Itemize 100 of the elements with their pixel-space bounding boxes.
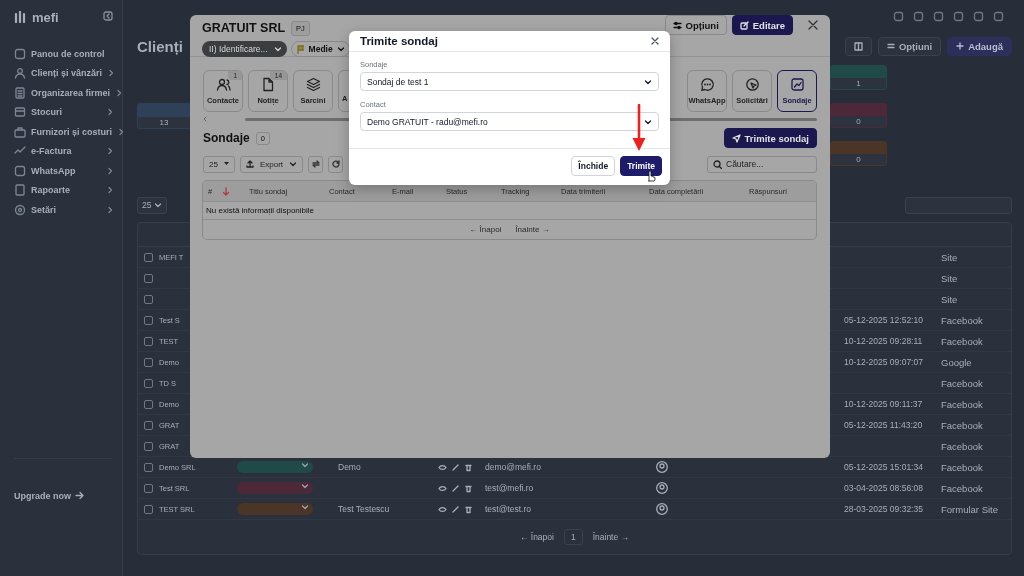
edit-icon [739,20,749,30]
edit-icon [451,483,460,493]
menu-item-icon [14,203,26,216]
layers-icon [305,77,321,92]
table-cell-text: Facebook [940,440,983,452]
checkbox[interactable] [144,420,153,430]
sidebar-item[interactable]: Rapoarte [31,185,101,196]
table-cell: 05-12-2025 11:43:20 [844,420,923,430]
scroll-left-icon[interactable] [203,116,207,122]
stage-dropdown[interactable]: II) Identificare... [202,41,287,57]
table-cell: 05-12-2025 12:52:10 [844,315,923,325]
page-title: Clienți [137,37,183,55]
options-button[interactable]: Opțiuni [664,15,727,35]
table-cell-text: Facebook [940,461,983,473]
swap-button[interactable] [308,155,324,173]
checkbox[interactable] [144,315,153,325]
table-cell: Demo [338,462,361,472]
toolbar-icon[interactable] [893,10,904,22]
send-icon [731,133,741,143]
close-icon[interactable] [651,37,659,45]
export-button[interactable]: Export [239,155,304,173]
trash-icon [464,504,473,514]
stage-card: 0 [830,141,887,166]
edit-icon [451,504,460,514]
upload-icon [245,160,254,168]
page-number[interactable]: 1 [563,529,583,545]
sidebar-item[interactable]: Organizarea firmei [31,87,111,98]
chat-bubble-icon [699,77,715,92]
menu-item-icon [14,106,26,119]
sidebar-item[interactable]: Stocuri [31,107,101,118]
checkbox[interactable] [144,294,153,304]
chevron-down-icon [336,45,345,53]
page-size-select[interactable]: 25 [137,196,167,214]
table-cell-text: Formular Site [940,503,998,515]
stage-card: 1 [830,65,887,90]
sidebar-item[interactable]: Setări [31,204,101,215]
table-cell: 10-12-2025 09:11:37 [844,399,923,409]
sidebar-item[interactable]: Furnizori și costuri [31,126,112,137]
checkbox[interactable] [144,504,153,514]
stage-card: 0 [830,103,887,128]
checkbox[interactable] [144,441,153,451]
checkbox[interactable] [144,462,153,472]
send-button[interactable]: Trimite [620,156,662,176]
toolbar-icon[interactable] [973,10,984,22]
chevron-down-icon [154,201,162,209]
checkbox[interactable] [144,357,153,367]
select-field[interactable]: Demo GRATUIT - radu@mefi.ro [360,112,659,131]
toolbar-icon[interactable] [913,10,924,22]
select-field[interactable]: Sondaj de test 1 [360,72,659,91]
next-link[interactable]: Înainte → [515,225,550,234]
arrow-annotation [631,104,647,152]
prev-link[interactable]: ← Înapoi [519,532,554,542]
checkbox[interactable] [144,336,153,346]
sidebar-toggle-icon[interactable] [103,11,113,21]
search-field[interactable]: Căutare... [707,155,817,173]
chevron-down-icon [289,160,298,168]
refresh-button[interactable] [328,155,344,173]
section-title: Sondaje [203,131,250,145]
sidebar-item[interactable]: e-Factura [31,146,101,157]
prev-link[interactable]: ← Înapoi [469,225,502,234]
table-cell: Test Testescu [338,504,390,514]
view-icon [438,462,447,472]
toolbar-icon[interactable] [953,10,964,22]
send-survey-button[interactable]: Trimite sondaj [723,128,817,148]
checkbox[interactable] [144,399,153,409]
table-cell-text: Site [940,293,958,305]
add-button[interactable]: Adaugă [947,36,1012,56]
options-button[interactable]: Opțiuni [877,36,942,56]
checkbox[interactable] [144,378,153,388]
upgrade-link[interactable]: Upgrade now [14,490,71,501]
toolbar-icon[interactable] [933,10,944,22]
table-cell-text: Facebook [940,377,983,389]
sidebar-item[interactable]: WhatsApp [31,165,101,176]
view-icon [438,504,447,514]
table-cell: test@mefi.ro [485,483,534,493]
logo: mefi [32,9,59,25]
next-link[interactable]: Înainte → [592,532,630,542]
checkbox[interactable] [144,483,153,493]
table-cell: 28-03-2025 09:32:35 [844,504,923,514]
company-name: GRATUIT SRL [202,21,286,35]
table-cell: 10-12-2025 09:28:11 [844,336,923,346]
checkbox[interactable] [144,252,153,262]
chevron-down-icon [644,77,652,86]
table-cell-text: Facebook [940,314,983,326]
edit-button[interactable]: Editare [731,15,793,35]
columns-button[interactable] [844,36,872,56]
users-icon [215,77,231,92]
plus-icon [956,42,965,50]
sidebar-item[interactable]: Clienți și vânzări [31,68,103,79]
close-button[interactable]: Închide [571,156,616,176]
sort-icon[interactable] [222,186,231,196]
cursor-click-icon [744,77,760,92]
sidebar-item[interactable]: Panou de control [31,48,114,59]
page-size-select[interactable]: 25 [203,155,235,173]
checkbox[interactable] [144,273,153,283]
table-cell: 03-04-2025 08:56:08 [844,483,923,493]
toolbar-icon[interactable] [993,10,1004,22]
trash-icon [464,462,473,472]
close-icon[interactable] [808,20,818,30]
stage-card: 13 [137,103,191,129]
